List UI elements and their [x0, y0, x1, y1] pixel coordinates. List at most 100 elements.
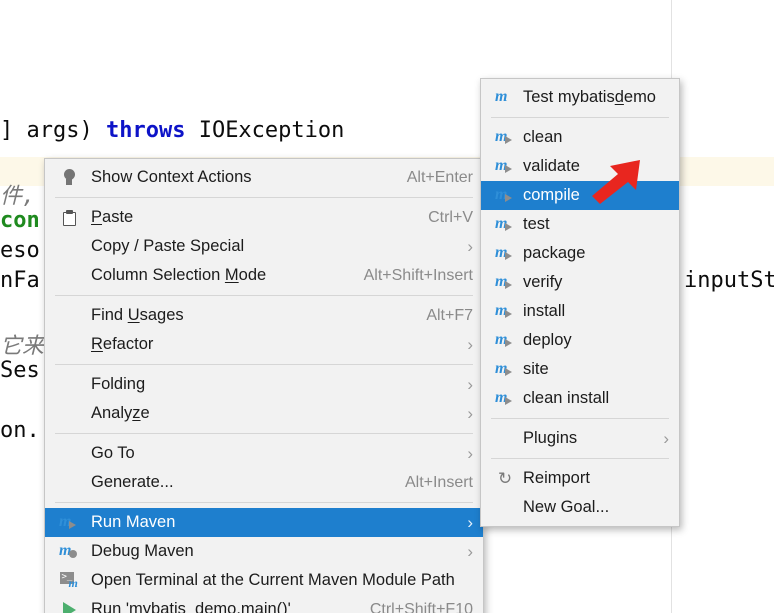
maven-run-icon: m — [493, 156, 517, 178]
submenu-separator — [491, 418, 669, 419]
chevron-right-icon: › — [467, 404, 473, 423]
menu-item-debug-maven[interactable]: m Debug Maven › — [45, 537, 483, 566]
maven-run-icon: m — [493, 185, 517, 207]
submenu-item-label: clean install — [523, 389, 610, 407]
maven-run-icon: m — [493, 243, 517, 265]
submenu-item-test-mybatisdemo[interactable]: m Test mybatisdemo — [481, 83, 679, 112]
menu-item-go-to[interactable]: Go To › — [45, 439, 483, 468]
menu-item-open-terminal-maven-path[interactable]: >_ m Open Terminal at the Current Maven M… — [45, 566, 483, 595]
no-icon — [55, 472, 83, 494]
menu-item-accelerator: Ctrl+Shift+F10 — [369, 600, 473, 613]
submenu-item-label: Test mybatisdemo — [523, 88, 656, 106]
submenu-item-compile[interactable]: m compile — [481, 181, 679, 210]
menu-item-folding[interactable]: Folding › — [45, 370, 483, 399]
submenu-item-label: verify — [523, 273, 563, 291]
menu-item-label: Run Maven — [91, 513, 176, 531]
menu-item-run-main[interactable]: Run 'mybatis_demo.main()' Ctrl+Shift+F10 — [45, 595, 483, 613]
submenu-item-reimport[interactable]: ↻ Reimport — [481, 464, 679, 493]
maven-run-icon: m — [493, 359, 517, 381]
chevron-right-icon: › — [467, 335, 473, 354]
run-maven-submenu[interactable]: m Test mybatisdemo m clean m validate m … — [480, 78, 680, 527]
submenu-item-plugins[interactable]: Plugins › — [481, 424, 679, 453]
chevron-right-icon: › — [467, 513, 473, 532]
no-icon — [55, 265, 83, 287]
menu-item-accelerator: Alt+Insert — [404, 473, 473, 491]
submenu-item-validate[interactable]: m validate — [481, 152, 679, 181]
submenu-item-clean-install[interactable]: m clean install — [481, 384, 679, 413]
menu-item-label: Refactor — [91, 335, 154, 353]
clipboard-icon — [55, 207, 83, 229]
menu-item-refactor[interactable]: Refactor › — [45, 330, 483, 359]
menu-separator — [55, 502, 473, 503]
refresh-icon: ↻ — [497, 469, 513, 488]
menu-item-column-selection-mode[interactable]: Column Selection Mode Alt+Shift+Insert — [45, 261, 483, 290]
menu-item-label: Find Usages — [91, 306, 184, 324]
menu-item-label: Debug Maven — [91, 542, 194, 560]
menu-item-label: Show Context Actions — [91, 168, 252, 186]
submenu-item-label: test — [523, 215, 550, 233]
code-fragment-post: IOException — [185, 118, 345, 143]
code-line-ses: Ses — [0, 358, 40, 383]
menu-item-run-maven[interactable]: m Run Maven › — [45, 508, 483, 537]
submenu-item-verify[interactable]: m verify — [481, 268, 679, 297]
submenu-separator — [491, 458, 669, 459]
maven-run-icon: m — [493, 301, 517, 323]
menu-item-label: Column Selection Mode — [91, 266, 267, 284]
submenu-item-site[interactable]: m site — [481, 355, 679, 384]
chevron-right-icon: › — [467, 237, 473, 256]
menu-item-accelerator: Ctrl+V — [428, 208, 473, 226]
menu-item-label: Go To — [91, 444, 135, 462]
menu-item-show-context-actions[interactable]: Show Context Actions Alt+Enter — [45, 163, 483, 192]
submenu-item-clean[interactable]: m clean — [481, 123, 679, 152]
menu-separator — [55, 364, 473, 365]
editor-context-menu[interactable]: Show Context Actions Alt+Enter Paste Ctr… — [44, 158, 484, 613]
menu-separator — [55, 433, 473, 434]
chevron-right-icon: › — [467, 375, 473, 394]
no-icon — [55, 403, 83, 425]
menu-item-label: Copy / Paste Special — [91, 237, 245, 255]
menu-item-accelerator: Alt+Shift+Insert — [363, 266, 473, 284]
code-line-on: on. — [0, 418, 40, 443]
maven-run-icon: m — [493, 272, 517, 294]
submenu-item-install[interactable]: m install — [481, 297, 679, 326]
menu-item-label: Analyze — [91, 404, 150, 422]
maven-run-icon: m — [493, 388, 517, 410]
maven-run-icon: m — [55, 512, 83, 534]
menu-item-copy-paste-special[interactable]: Copy / Paste Special › — [45, 232, 483, 261]
menu-separator — [55, 295, 473, 296]
code-fragment-pre: ] args) — [0, 118, 106, 143]
no-icon — [55, 374, 83, 396]
terminal-maven-icon: >_ m — [59, 572, 78, 590]
code-line-nfa: nFa — [0, 268, 40, 293]
code-keyword-throws: throws — [105, 118, 186, 143]
submenu-item-label: validate — [523, 157, 580, 175]
submenu-item-label: package — [523, 244, 586, 262]
menu-item-generate[interactable]: Generate... Alt+Insert — [45, 468, 483, 497]
lightbulb-icon — [55, 167, 83, 189]
chevron-right-icon: › — [467, 444, 473, 463]
maven-run-icon: m — [493, 127, 517, 149]
submenu-item-package[interactable]: m package — [481, 239, 679, 268]
submenu-item-deploy[interactable]: m deploy — [481, 326, 679, 355]
menu-separator — [55, 197, 473, 198]
submenu-item-label: compile — [523, 186, 580, 204]
screenshot-root: ] args) throws IOException 件, con eso nF… — [0, 0, 774, 613]
chevron-right-icon: › — [467, 542, 473, 561]
submenu-separator — [491, 117, 669, 118]
maven-debug-icon: m — [55, 541, 83, 563]
submenu-item-new-goal[interactable]: New Goal... — [481, 493, 679, 522]
menu-item-find-usages[interactable]: Find Usages Alt+F7 — [45, 301, 483, 330]
menu-item-label: Open Terminal at the Current Maven Modul… — [91, 571, 455, 589]
submenu-item-label: Plugins — [523, 429, 578, 447]
submenu-item-label: clean — [523, 128, 563, 146]
menu-item-label: Folding — [91, 375, 146, 393]
submenu-item-label: deploy — [523, 331, 572, 349]
submenu-item-test[interactable]: m test — [481, 210, 679, 239]
menu-item-analyze[interactable]: Analyze › — [45, 399, 483, 428]
menu-item-accelerator: Alt+F7 — [426, 306, 473, 324]
no-icon — [55, 334, 83, 356]
chevron-right-icon: › — [663, 429, 669, 448]
menu-item-paste[interactable]: Paste Ctrl+V — [45, 203, 483, 232]
code-line-comment-1: 件, — [0, 184, 36, 209]
run-green-triangle-icon — [55, 599, 83, 613]
